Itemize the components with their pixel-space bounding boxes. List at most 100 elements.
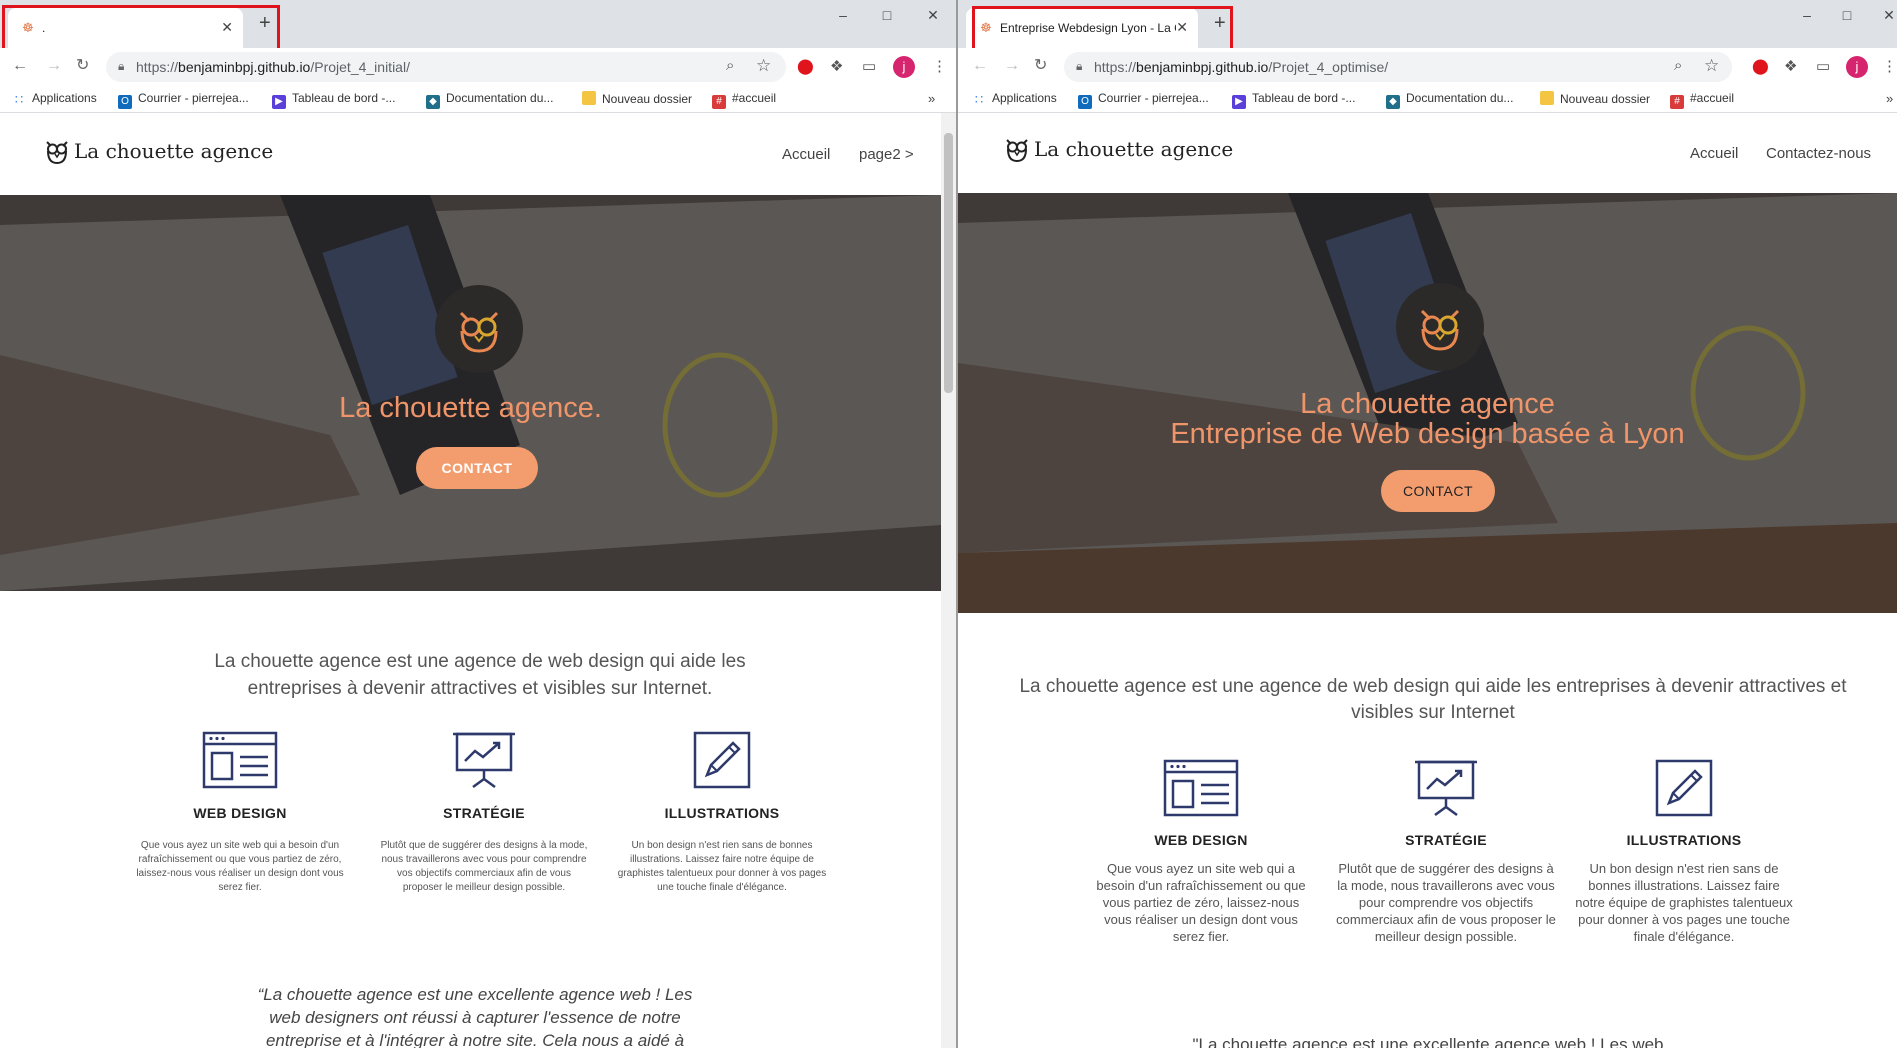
zoom-icon[interactable]: ⌕ bbox=[1674, 57, 1682, 74]
bookmark-applications[interactable]: ∷ Applications bbox=[12, 91, 97, 107]
profile-avatar[interactable]: j bbox=[1846, 56, 1868, 78]
hero-section: La chouette agence. CONTACT bbox=[0, 195, 941, 591]
folder-icon bbox=[1540, 91, 1554, 105]
lock-icon: 🔒︎ bbox=[118, 59, 125, 73]
bookmark-star-icon[interactable]: ☆ bbox=[756, 56, 771, 76]
browser-window-initial: ☸ . ✕ + – □ ✕ ← → ↻ 🔒︎ https://benjaminb… bbox=[0, 0, 957, 1048]
service-illustrations: ILLUSTRATIONS Un bon design n'est rien s… bbox=[616, 731, 828, 895]
service-title: STRATÉGIE bbox=[443, 805, 525, 821]
lock-icon: 🔒︎ bbox=[1076, 59, 1083, 73]
slack-icon: # bbox=[1670, 95, 1684, 109]
apps-grid-icon: ∷ bbox=[974, 92, 984, 107]
address-bar[interactable]: 🔒︎ https://benjaminbpj.github.io/Projet_… bbox=[1064, 52, 1732, 82]
opera-extension-icon[interactable]: ⬤ bbox=[1752, 58, 1769, 76]
intro-text: La chouette agence est une agence de web… bbox=[214, 651, 746, 699]
dashboard-icon: ▶ bbox=[1232, 95, 1246, 109]
apps-grid-icon: ∷ bbox=[14, 92, 24, 107]
bookmarks-bar: ∷ Applications O Courrier - pierrejea... ▶… bbox=[958, 86, 1897, 113]
nav-accueil[interactable]: Accueil bbox=[1690, 145, 1738, 162]
service-title: ILLUSTRATIONS bbox=[1626, 832, 1742, 848]
bookmark-documentation[interactable]: ◆ Documentation du... bbox=[1386, 91, 1513, 109]
bookmark-nouveau-dossier[interactable]: Nouveau dossier bbox=[1540, 91, 1650, 106]
nav-accueil[interactable]: Accueil bbox=[782, 146, 830, 163]
nav-contactez-nous[interactable]: Contactez-nous bbox=[1766, 145, 1871, 162]
owl-logo-icon bbox=[1006, 139, 1028, 163]
illustrations-pencil-icon bbox=[1655, 759, 1713, 817]
maximize-icon[interactable]: □ bbox=[870, 4, 904, 26]
bookmark-tableau[interactable]: ▶ Tableau de bord -... bbox=[272, 91, 395, 109]
minimize-icon[interactable]: – bbox=[826, 4, 860, 26]
service-description: Que vous ayez un site web qui a besoin d… bbox=[1096, 861, 1306, 944]
bookmark-tableau[interactable]: ▶ Tableau de bord -... bbox=[1232, 91, 1355, 109]
hero-section: La chouette agence Entreprise de Web des… bbox=[958, 193, 1897, 613]
profile-avatar[interactable]: j bbox=[893, 56, 915, 78]
browser-window-optimise: ☸ Entreprise Webdesign Lyon - La C ✕ + –… bbox=[958, 0, 1897, 1048]
address-bar[interactable]: 🔒︎ https://benjaminbpj.github.io/Projet_… bbox=[106, 52, 786, 82]
bookmark-accueil[interactable]: # #accueil bbox=[712, 91, 776, 109]
page-viewport: La chouette agence Accueil Contactez-nou… bbox=[958, 113, 1897, 1048]
illustrations-pencil-icon bbox=[693, 731, 751, 789]
menu-kebab-icon[interactable]: ⋮ bbox=[1882, 58, 1897, 76]
browser-toolbar: ← → ↻ 🔒︎ https://benjaminbpj.github.io/P… bbox=[0, 48, 956, 86]
extensions-puzzle-icon[interactable]: ❖ bbox=[830, 58, 843, 76]
web-design-browser-icon bbox=[202, 731, 278, 789]
extensions-puzzle-icon[interactable]: ❖ bbox=[1784, 58, 1797, 76]
more-bookmarks-icon[interactable]: » bbox=[928, 91, 935, 106]
cast-icon[interactable]: ▭ bbox=[1816, 58, 1830, 76]
close-window-icon[interactable]: ✕ bbox=[916, 4, 950, 26]
service-strategie: STRATÉGIE Plutôt que de suggérer des des… bbox=[1334, 759, 1558, 945]
hero-subtitle: Entreprise de Web design basée à Lyon bbox=[1170, 418, 1685, 450]
url-text: https://benjaminbpj.github.io/Projet_4_o… bbox=[1094, 59, 1389, 75]
site-header: La chouette agence Accueil Contactez-nou… bbox=[958, 113, 1897, 193]
service-web-design: WEB DESIGN Que vous ayez un site web qui… bbox=[134, 731, 346, 895]
forward-icon[interactable]: → bbox=[46, 57, 62, 75]
docs-icon: ◆ bbox=[1386, 95, 1400, 109]
bookmark-courrier[interactable]: O Courrier - pierrejea... bbox=[118, 91, 249, 109]
contact-button[interactable]: CONTACT bbox=[1381, 470, 1495, 512]
zoom-icon[interactable]: ⌕ bbox=[726, 57, 734, 74]
service-web-design: WEB DESIGN Que vous ayez un site web qui… bbox=[1095, 759, 1307, 945]
reload-icon[interactable]: ↻ bbox=[1034, 57, 1047, 75]
scrollbar-thumb[interactable] bbox=[944, 133, 953, 393]
outlook-icon: O bbox=[1078, 95, 1092, 109]
bookmark-documentation[interactable]: ◆ Documentation du... bbox=[426, 91, 553, 109]
outlook-icon: O bbox=[118, 95, 132, 109]
site-logo[interactable]: La chouette agence bbox=[1004, 135, 1233, 163]
nav-page2[interactable]: page2 > bbox=[859, 146, 914, 163]
bookmark-courrier[interactable]: O Courrier - pierrejea... bbox=[1078, 91, 1209, 109]
service-description: Plutôt que de suggérer des designs à la … bbox=[380, 840, 588, 893]
browser-toolbar: ← → ↻ 🔒︎ https://benjaminbpj.github.io/P… bbox=[958, 48, 1897, 86]
bookmark-star-icon[interactable]: ☆ bbox=[1704, 56, 1719, 76]
maximize-icon[interactable]: □ bbox=[1830, 4, 1864, 26]
back-icon[interactable]: ← bbox=[12, 57, 28, 75]
intro-text: La chouette agence est une agence de web… bbox=[1019, 676, 1847, 723]
docs-icon: ◆ bbox=[426, 95, 440, 109]
hero-owl-badge bbox=[1396, 283, 1484, 371]
service-title: STRATÉGIE bbox=[1405, 832, 1487, 848]
cast-icon[interactable]: ▭ bbox=[862, 58, 876, 76]
forward-icon[interactable]: → bbox=[1004, 57, 1020, 75]
site-logo[interactable]: La chouette agence bbox=[44, 137, 273, 165]
opera-extension-icon[interactable]: ⬤ bbox=[797, 58, 814, 76]
service-description: Que vous ayez un site web qui a besoin d… bbox=[136, 840, 344, 893]
bookmark-applications[interactable]: ∷ Applications bbox=[972, 91, 1057, 107]
contact-button[interactable]: CONTACT bbox=[416, 447, 538, 489]
dashboard-icon: ▶ bbox=[272, 95, 286, 109]
owl-badge-icon bbox=[459, 311, 499, 353]
page-scrollbar[interactable] bbox=[941, 113, 956, 1048]
menu-kebab-icon[interactable]: ⋮ bbox=[932, 58, 947, 76]
service-title: WEB DESIGN bbox=[1154, 832, 1248, 848]
bookmark-accueil[interactable]: # #accueil bbox=[1670, 91, 1734, 109]
back-icon[interactable]: ← bbox=[972, 57, 988, 75]
hero-owl-badge bbox=[435, 285, 523, 373]
more-bookmarks-icon[interactable]: » bbox=[1886, 91, 1893, 106]
hero-title: La chouette agence. bbox=[339, 392, 602, 424]
bookmark-nouveau-dossier[interactable]: Nouveau dossier bbox=[582, 91, 692, 106]
owl-logo-icon bbox=[46, 141, 68, 165]
close-window-icon[interactable]: ✕ bbox=[1872, 4, 1897, 26]
testimonial-quote: “La chouette agence est une excellente a… bbox=[257, 985, 693, 1048]
url-text: https://benjaminbpj.github.io/Projet_4_i… bbox=[136, 59, 410, 75]
page-viewport: La chouette agence Accueil page2 > La ch… bbox=[0, 113, 941, 1048]
reload-icon[interactable]: ↻ bbox=[76, 57, 89, 75]
minimize-icon[interactable]: – bbox=[1790, 4, 1824, 26]
